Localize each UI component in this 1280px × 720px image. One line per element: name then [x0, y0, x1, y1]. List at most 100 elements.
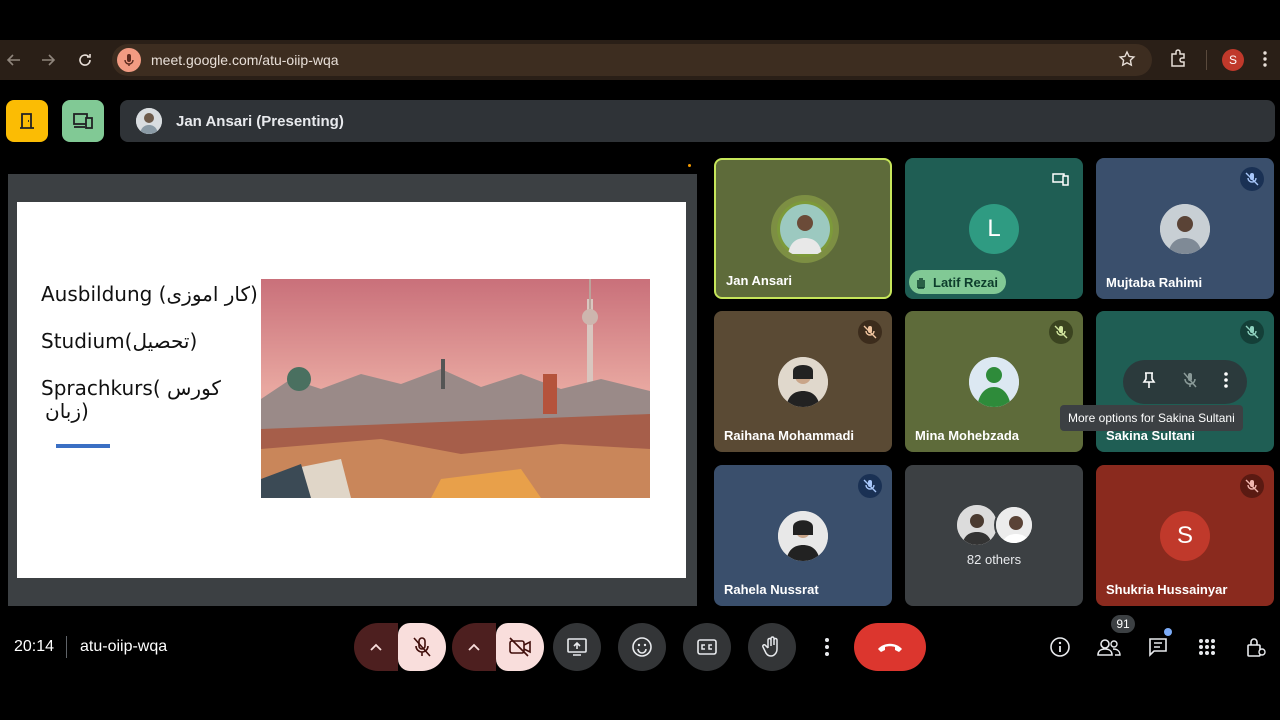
others-tile[interactable]: 82 others [905, 465, 1083, 606]
slide-line-sprachkurs: Sprachkurs( کورس [41, 376, 221, 400]
raise-hand-button[interactable] [748, 623, 796, 671]
participant-name: Latif Rezai [933, 274, 999, 290]
browser-toolbar: meet.google.com/atu-oiip-wqa [0, 40, 1280, 80]
hand-icon [917, 278, 925, 289]
recording-dot [688, 164, 691, 167]
avatar [778, 357, 828, 407]
slide-line-sprachkurs-cont: زبان) [45, 399, 89, 423]
address-bar[interactable]: meet.google.com/atu-oiip-wqa [112, 44, 1152, 76]
audio-options-button[interactable] [354, 623, 398, 671]
stage-top-strip [8, 158, 697, 174]
pin-icon[interactable] [1141, 371, 1157, 394]
meeting-details-icon[interactable] [1047, 634, 1073, 660]
mic-off-icon [858, 474, 882, 498]
avatar [969, 357, 1019, 407]
presenter-avatar [136, 108, 162, 134]
mic-off-icon [858, 320, 882, 344]
presenting-devices-icon [1049, 167, 1073, 191]
profile-avatar[interactable]: S [1222, 49, 1244, 71]
mic-control-group [354, 623, 446, 671]
participant-tile-mina-mohebzada[interactable]: Mina Mohebzada [905, 311, 1083, 452]
participant-name: Mujtaba Rahimi [1106, 275, 1203, 290]
microphone-in-use-icon[interactable] [117, 48, 141, 72]
mic-off-icon [1240, 167, 1264, 191]
emoji-icon [632, 637, 652, 657]
camera-off-icon [509, 637, 531, 657]
avatar-initial: S [1176, 522, 1193, 549]
devices-icon [73, 113, 93, 129]
divider [66, 636, 67, 658]
reactions-button[interactable] [618, 623, 666, 671]
participant-tile-jan-ansari[interactable]: Jan Ansari [714, 158, 892, 299]
participant-name: Jan Ansari [726, 273, 792, 288]
participant-tile-shukria-hussainyar[interactable]: S Shukria Hussainyar [1096, 465, 1274, 606]
companion-mode-button[interactable] [6, 100, 48, 142]
bookmark-star-icon[interactable] [1118, 50, 1136, 73]
door-icon [20, 113, 34, 129]
slide-accent-line [56, 444, 110, 448]
activities-icon[interactable] [1194, 634, 1220, 660]
raised-hand-chip: Latif Rezai [909, 270, 1007, 294]
reload-icon[interactable] [71, 46, 99, 74]
chevron-up-icon [468, 643, 480, 651]
more-vert-icon [825, 638, 829, 656]
mic-off-icon [1049, 320, 1073, 344]
mic-off-icon [1240, 320, 1264, 344]
chevron-up-icon [370, 643, 382, 651]
captions-icon [697, 639, 717, 655]
forward-icon[interactable] [34, 46, 62, 74]
participant-name: Rahela Nussrat [724, 582, 819, 597]
participant-tile-rahela-nussrat[interactable]: Rahela Nussrat [714, 465, 892, 606]
people-icon[interactable] [1096, 634, 1122, 660]
mic-off-icon [413, 637, 431, 657]
hand-icon [762, 636, 778, 657]
meeting-time: 20:14 [14, 638, 55, 655]
toggle-camera-button[interactable] [496, 623, 544, 671]
slide-line-studium: Studium(تحصیل) [41, 329, 198, 353]
others-count: 82 others [966, 552, 1022, 567]
participant-name: Mina Mohebzada [915, 428, 1020, 443]
present-icon [567, 638, 587, 656]
other-avatar [994, 505, 1034, 545]
cast-screen-button[interactable] [62, 100, 104, 142]
participants-count-badge: 91 [1111, 615, 1135, 633]
captions-button[interactable] [683, 623, 731, 671]
more-options-icon[interactable] [1223, 371, 1229, 394]
call-end-icon [878, 643, 902, 652]
participant-name: Shukria Hussainyar [1106, 582, 1228, 597]
more-options-tooltip: More options for Sakina Sultani [1060, 405, 1243, 431]
chat-icon[interactable] [1145, 634, 1171, 660]
participant-tile-mujtaba-rahimi[interactable]: Mujtaba Rahimi [1096, 158, 1274, 299]
participant-tile-latif-rezai[interactable]: L Latif Rezai [905, 158, 1083, 299]
participant-name: Raihana Mohammadi [724, 428, 855, 443]
camera-control-group [452, 623, 544, 671]
host-controls-icon[interactable] [1243, 634, 1269, 660]
more-options-button[interactable] [812, 623, 842, 671]
shared-slide: Ausbildung (کار اموزی) Studium(تحصیل) Sp… [17, 202, 686, 578]
meeting-code: atu-oiip-wqa [80, 638, 168, 655]
mute-participant-icon[interactable] [1182, 371, 1198, 394]
toggle-microphone-button[interactable] [398, 623, 446, 671]
participant-tile-raihana-mohammadi[interactable]: Raihana Mohammadi [714, 311, 892, 452]
presenter-bar: Jan Ansari (Presenting) [120, 100, 1275, 142]
url-text: meet.google.com/atu-oiip-wqa [151, 52, 339, 68]
present-screen-button[interactable] [553, 623, 601, 671]
leave-call-button[interactable] [854, 623, 926, 671]
avatar [778, 511, 828, 561]
presentation-stage: Ausbildung (کار اموزی) Studium(تحصیل) Sp… [8, 158, 697, 606]
avatar-initial: L [987, 215, 1001, 242]
video-options-button[interactable] [452, 623, 496, 671]
avatar [777, 201, 833, 257]
browser-menu-icon[interactable] [1262, 50, 1268, 73]
toolbar-divider [1206, 50, 1207, 70]
other-avatar [957, 505, 997, 545]
avatar: S [1160, 511, 1210, 561]
berlin-skyline-photo [261, 279, 650, 498]
extensions-icon[interactable] [1168, 48, 1190, 70]
mic-off-icon [1240, 474, 1264, 498]
slide-line-ausbildung: Ausbildung (کار اموزی) [41, 282, 258, 306]
avatar [1160, 204, 1210, 254]
avatar: L [969, 204, 1019, 254]
back-icon[interactable] [0, 46, 28, 74]
tile-hover-controls [1123, 360, 1247, 404]
